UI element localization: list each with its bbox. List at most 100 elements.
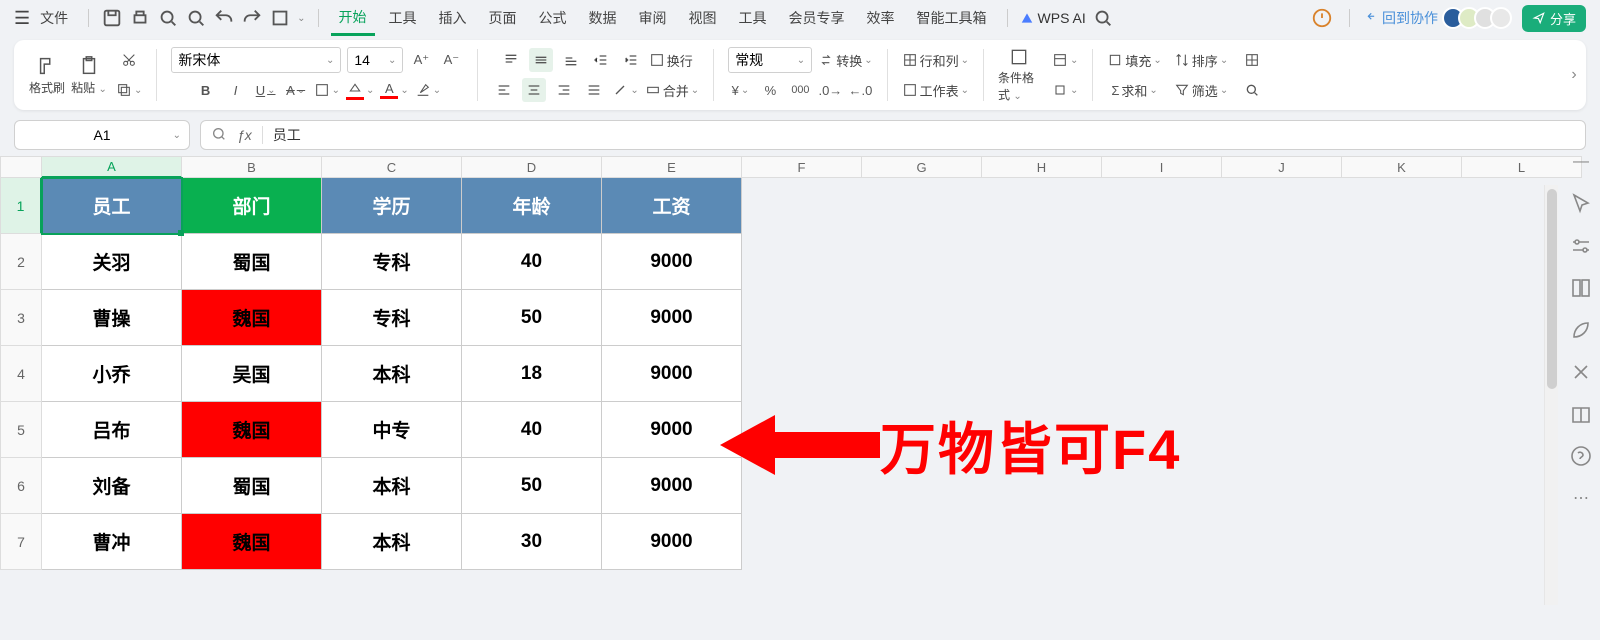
row-header[interactable]: 7 xyxy=(0,514,42,570)
cut-icon[interactable] xyxy=(117,48,141,72)
border-button[interactable]: ⌄ xyxy=(314,78,340,102)
row-header[interactable]: 5 xyxy=(0,402,42,458)
italic-button[interactable]: I xyxy=(224,78,248,102)
share-button[interactable]: 分享 xyxy=(1522,5,1586,32)
cell[interactable]: 蜀国 xyxy=(182,458,322,514)
print-icon[interactable] xyxy=(129,7,151,29)
preview-icon[interactable] xyxy=(157,7,179,29)
quick-dropdown-icon[interactable]: ⌄ xyxy=(297,13,305,24)
row-header[interactable]: 2 xyxy=(0,234,42,290)
back-to-collab[interactable]: 回到协作 xyxy=(1366,8,1438,28)
cell-style-button[interactable]: ⌄ xyxy=(1052,78,1078,102)
tools-icon[interactable] xyxy=(1569,360,1593,384)
percent-icon[interactable]: % xyxy=(758,78,782,102)
align-left-icon[interactable] xyxy=(492,78,516,102)
avatar-group[interactable] xyxy=(1448,7,1512,29)
paste-button[interactable]: 粘贴 ⌄ xyxy=(68,47,110,103)
rows-cols-button[interactable]: 行和列⌄ xyxy=(902,48,969,72)
tab-review[interactable]: 审阅 xyxy=(631,0,675,36)
search-icon[interactable] xyxy=(1092,7,1114,29)
name-box[interactable]: A1 ⌄ xyxy=(14,120,190,150)
tab-data[interactable]: 数据 xyxy=(581,0,625,36)
tab-page[interactable]: 页面 xyxy=(481,0,525,36)
orientation-icon[interactable]: ⌄ xyxy=(612,78,638,102)
undo-icon[interactable] xyxy=(213,7,235,29)
column-header[interactable]: B xyxy=(182,156,322,178)
align-center-icon[interactable] xyxy=(522,78,546,102)
find-icon[interactable] xyxy=(185,7,207,29)
fill-handle[interactable] xyxy=(178,230,184,236)
cell[interactable]: 吴国 xyxy=(182,346,322,402)
currency-icon[interactable]: ¥ ⌄ xyxy=(728,78,752,102)
cell[interactable]: 18 xyxy=(462,346,602,402)
align-bottom-icon[interactable] xyxy=(559,48,583,72)
sort-button[interactable]: 排序⌄ xyxy=(1174,48,1228,72)
column-header[interactable]: A xyxy=(42,156,182,178)
tab-insert[interactable]: 插入 xyxy=(431,0,475,36)
row-header[interactable]: 3 xyxy=(0,290,42,346)
cell[interactable]: 9000 xyxy=(602,514,742,570)
column-header[interactable]: I xyxy=(1102,156,1222,178)
tab-tools1[interactable]: 工具 xyxy=(381,0,425,36)
sync-warning-icon[interactable] xyxy=(1311,7,1333,29)
cell[interactable]: 40 xyxy=(462,402,602,458)
align-top-icon[interactable] xyxy=(499,48,523,72)
justify-icon[interactable] xyxy=(582,78,606,102)
font-increase-icon[interactable]: A⁺ xyxy=(409,48,433,72)
bold-button[interactable]: B xyxy=(194,78,218,102)
font-color-button[interactable]: A⌄ xyxy=(380,78,408,102)
font-decrease-icon[interactable]: A⁻ xyxy=(439,48,463,72)
cell[interactable]: 9000 xyxy=(602,290,742,346)
number-format-select[interactable]: 常规⌄ xyxy=(728,47,812,73)
cell[interactable]: 专科 xyxy=(322,234,462,290)
cell[interactable]: 本科 xyxy=(322,514,462,570)
dec-decimal-icon[interactable]: ←.0 xyxy=(848,78,872,102)
cell[interactable]: 专科 xyxy=(322,290,462,346)
cell[interactable]: 中专 xyxy=(322,402,462,458)
cell[interactable]: 员工 xyxy=(42,178,182,234)
column-header[interactable]: F xyxy=(742,156,862,178)
copy-icon[interactable]: ⌄ xyxy=(116,78,142,102)
comma-icon[interactable]: 000 xyxy=(788,78,812,102)
formula-bar[interactable]: ƒx 员工 xyxy=(200,120,1586,150)
column-header[interactable]: G xyxy=(862,156,982,178)
font-select[interactable]: 新宋体⌄ xyxy=(171,47,341,73)
redo-icon[interactable] xyxy=(241,7,263,29)
worksheet-button[interactable]: 工作表⌄ xyxy=(902,78,969,102)
cell[interactable]: 50 xyxy=(462,458,602,514)
format-painter-button[interactable]: 格式刷 xyxy=(26,47,68,103)
sum-button[interactable]: Σ 求和⌄ xyxy=(1111,78,1157,102)
minus-icon[interactable]: — xyxy=(1569,150,1593,174)
tab-formula[interactable]: 公式 xyxy=(531,0,575,36)
cell[interactable]: 魏国 xyxy=(182,290,322,346)
avatar[interactable] xyxy=(1490,7,1512,29)
scrollbar-thumb[interactable] xyxy=(1547,189,1557,389)
inc-decimal-icon[interactable]: .0→ xyxy=(818,78,842,102)
fill-button[interactable]: 填充⌄ xyxy=(1107,48,1161,72)
highlight-button[interactable]: ⌄ xyxy=(415,78,441,102)
cell[interactable]: 部门 xyxy=(182,178,322,234)
row-header[interactable]: 4 xyxy=(0,346,42,402)
cell[interactable]: 吕布 xyxy=(42,402,182,458)
tab-start[interactable]: 开始 xyxy=(331,0,375,36)
file-menu[interactable]: 文件 xyxy=(40,8,68,28)
cell[interactable]: 学历 xyxy=(322,178,462,234)
book-icon[interactable] xyxy=(1569,402,1593,426)
row-header[interactable]: 1 xyxy=(0,178,42,234)
save-icon[interactable] xyxy=(101,7,123,29)
cursor-icon[interactable] xyxy=(1569,192,1593,216)
tab-view[interactable]: 视图 xyxy=(681,0,725,36)
indent-increase-icon[interactable] xyxy=(619,48,643,72)
cell[interactable]: 50 xyxy=(462,290,602,346)
column-header[interactable]: C xyxy=(322,156,462,178)
settings-icon[interactable] xyxy=(1569,234,1593,258)
vertical-scrollbar[interactable] xyxy=(1544,185,1558,605)
freeze-icon[interactable] xyxy=(1240,48,1264,72)
cell[interactable]: 9000 xyxy=(602,346,742,402)
wps-ai-button[interactable]: WPS AI xyxy=(1020,10,1086,26)
strikethrough-button[interactable]: A ⌄ xyxy=(284,78,308,102)
layout-icon[interactable] xyxy=(1569,276,1593,300)
cell[interactable]: 魏国 xyxy=(182,514,322,570)
column-header[interactable]: H xyxy=(982,156,1102,178)
row-header[interactable]: 6 xyxy=(0,458,42,514)
